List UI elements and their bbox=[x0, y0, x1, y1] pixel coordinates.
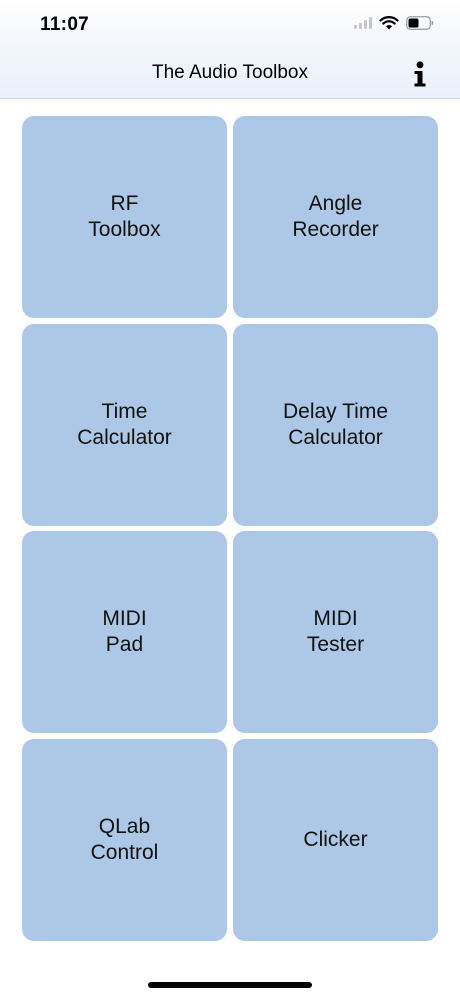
status-time: 11:07 bbox=[40, 14, 90, 35]
battery-icon bbox=[406, 15, 434, 30]
tile-label: Angle Recorder bbox=[292, 192, 379, 241]
tile-qlab-control[interactable]: QLab Control bbox=[22, 738, 227, 941]
navigation-bar: The Audio Toolbox bbox=[0, 50, 460, 99]
tile-time-calculator[interactable]: Time Calculator bbox=[22, 323, 227, 526]
tile-label: QLab Control bbox=[90, 814, 159, 864]
tile-label: MIDI Pad bbox=[102, 607, 147, 656]
tile-label: Time Calculator bbox=[77, 399, 172, 449]
wifi-icon bbox=[379, 16, 399, 30]
tool-grid: RF Toolbox Angle Recorder Time Calculato… bbox=[22, 116, 438, 941]
tile-label: MIDI Tester bbox=[306, 607, 365, 656]
tile-midi-pad[interactable]: MIDI Pad bbox=[22, 531, 227, 733]
status-bar: 11:07 bbox=[0, 0, 460, 50]
info-icon bbox=[414, 61, 426, 87]
tile-clicker[interactable]: Clicker bbox=[233, 738, 438, 941]
page-title: The Audio Toolbox bbox=[152, 62, 308, 83]
tile-delay-time-calculator[interactable]: Delay Time Calculator bbox=[233, 323, 438, 526]
tile-label: Clicker bbox=[303, 827, 368, 851]
home-indicator[interactable] bbox=[148, 982, 312, 988]
info-button[interactable] bbox=[408, 58, 432, 90]
cellular-signal-icon bbox=[354, 16, 372, 29]
tile-rf-toolbox[interactable]: RF Toolbox bbox=[22, 116, 227, 318]
tile-label: RF Toolbox bbox=[88, 192, 161, 241]
tile-angle-recorder[interactable]: Angle Recorder bbox=[233, 116, 438, 318]
status-icons bbox=[354, 15, 434, 30]
tile-label: Delay Time Calculator bbox=[282, 399, 389, 449]
tile-midi-tester[interactable]: MIDI Tester bbox=[233, 531, 438, 733]
